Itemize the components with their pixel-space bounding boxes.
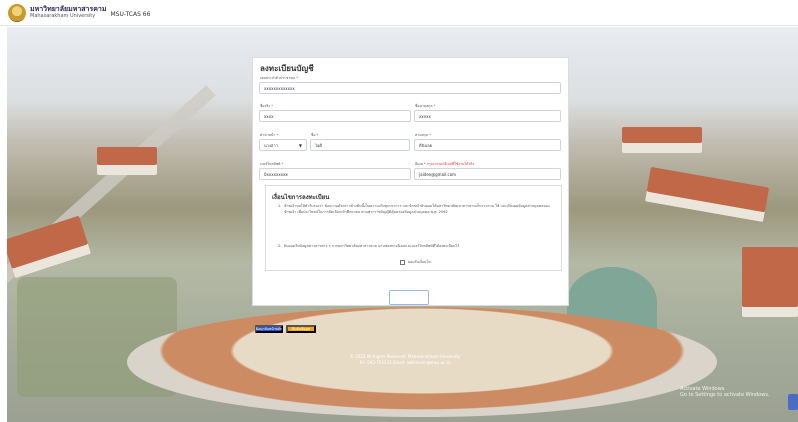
email-label: อีเมล * กรุณากรอกอีเมลที่ใช้งานได้จริง: [415, 162, 475, 166]
agree-checkbox[interactable]: [400, 259, 405, 265]
university-logo[interactable]: [8, 3, 26, 22]
school-input[interactable]: ดีจังเลย: [414, 139, 561, 151]
recaptcha-box[interactable]: [389, 290, 429, 305]
last-name-label: ชื่อนามสกุล *: [415, 104, 436, 108]
scroll-to-top-button[interactable]: [788, 394, 798, 410]
terms-item: 1. ข้าพเจ้าขอให้คำรับรองว่า ข้อความดังกล…: [278, 204, 550, 214]
citizen-id-input[interactable]: xxxxxxxxxxxxx: [259, 82, 561, 94]
first-name-input[interactable]: xxxx: [259, 110, 411, 122]
nickname-input[interactable]: ไอดี: [310, 139, 410, 151]
footer-line: Tel. 043-754333 Email: admission@msu.ac.…: [359, 360, 451, 365]
nickname-label: ชื่อ *: [311, 133, 319, 137]
terms-item: 2. ยินยอมรับข้อมูลข่าวสารต่าง ๆ จากมหาวิ…: [278, 244, 460, 248]
first-name-label: ชื่อจริง *: [260, 104, 273, 108]
back-button[interactable]: ย้อนกลับหน้าหลัก: [255, 325, 283, 333]
phone-input[interactable]: 0xxxxxxxxx: [259, 168, 411, 180]
title-prefix-value: นางสาว: [264, 142, 278, 148]
email-input[interactable]: jaidee@gmail.com: [414, 168, 561, 180]
last-name-input[interactable]: xxxxx: [414, 110, 561, 122]
terms-title: เงื่อนไขการลงทะเบียน: [272, 194, 330, 201]
school-label: ตามสกุล *: [415, 133, 431, 137]
title-prefix-label: คำนำหน้า *: [260, 133, 279, 137]
save-button[interactable]: ยืนยันข้อมูล: [286, 325, 316, 333]
chevron-down-icon: ▼: [298, 142, 302, 148]
top-bar: มหาวิทยาลัยมหาสารคาม Mahasarakham Univer…: [0, 0, 798, 26]
agree-checkbox-row[interactable]: ยอมรับเงื่อนไข: [400, 259, 431, 265]
registration-card: ลงทะเบียนบัญชี เลขประจำตัวประชาชน * xxxx…: [252, 57, 569, 306]
brand: มหาวิทยาลัยมหาสารคาม Mahasarakham Univer…: [30, 6, 106, 19]
title-prefix-select[interactable]: นางสาว ▼: [259, 139, 307, 151]
activation-watermark: Activate Windows Go to Settings to activ…: [680, 386, 770, 398]
terms-panel: เงื่อนไขการลงทะเบียน 1. ข้าพเจ้าขอให้คำร…: [265, 185, 562, 271]
brand-name-en: Mahasarakham University: [30, 13, 96, 19]
agree-label: ยอมรับเงื่อนไข: [408, 260, 431, 264]
citizen-id-label: เลขประจำตัวประชาชน *: [260, 76, 298, 80]
footer: © 2022 All Rights Reserved. Mahasarakham…: [330, 354, 480, 366]
brand-name-th: มหาวิทยาลัยมหาสารคาม: [30, 5, 107, 13]
phone-label: เบอร์โทรศัพท์ *: [260, 162, 284, 166]
page-title: ลงทะเบียนบัญชี: [260, 64, 314, 73]
system-name: MSU-TCAS 66: [110, 10, 151, 18]
